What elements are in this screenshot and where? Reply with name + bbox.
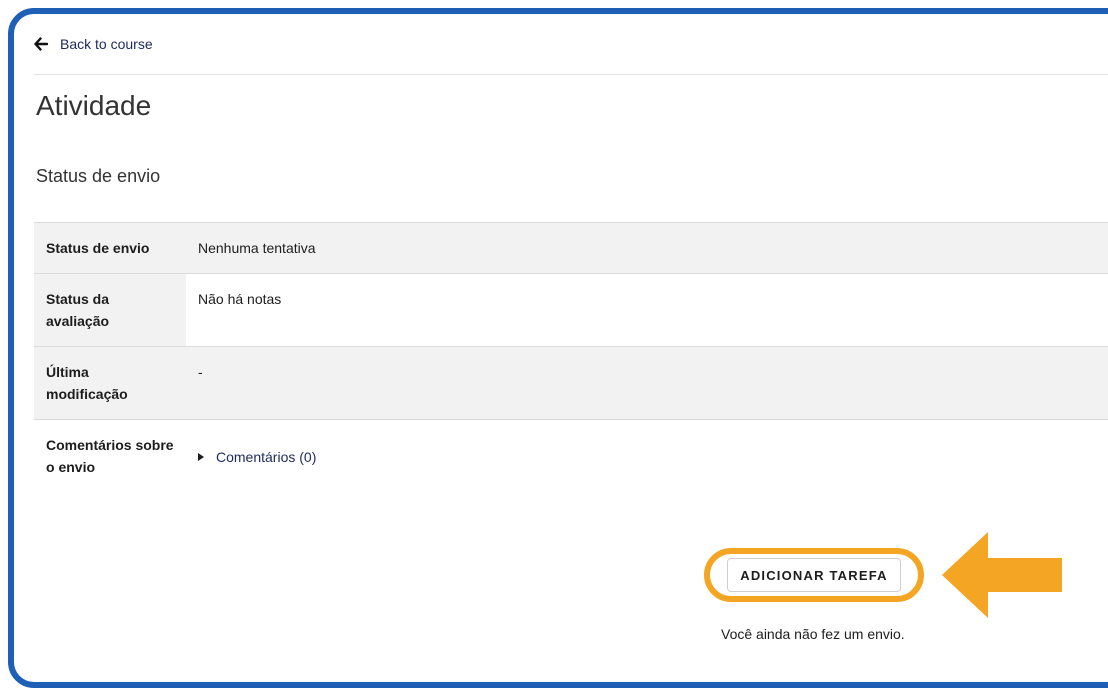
row-label: Status da avaliação	[34, 273, 186, 347]
section-title: Status de envio	[36, 166, 161, 186]
row-value: Comentários (0)	[186, 419, 1108, 492]
row-value: Nenhuma tentativa	[186, 222, 1108, 274]
back-to-course-link[interactable]: Back to course	[34, 36, 153, 52]
table-row: Status da avaliação Não há notas	[34, 273, 1108, 347]
back-to-course-label: Back to course	[60, 36, 153, 52]
comments-toggle[interactable]: Comentários (0)	[198, 446, 316, 468]
comments-toggle-label: Comentários (0)	[216, 448, 317, 465]
add-submission-highlight: ADICIONAR TAREFA	[704, 548, 924, 602]
row-label: Status de envio	[34, 222, 186, 274]
table-row: Comentários sobre o envio Comentários (0…	[34, 419, 1108, 492]
table-row: Status de envio Nenhuma tentativa	[34, 222, 1108, 274]
caret-right-icon	[198, 452, 204, 461]
table-row: Última modificação -	[34, 346, 1108, 420]
row-value: Não há notas	[186, 273, 1108, 347]
add-submission-button[interactable]: ADICIONAR TAREFA	[727, 558, 901, 592]
screenshot-frame: Back to course Atividade Status de envio…	[8, 8, 1108, 688]
arrow-left-icon	[34, 37, 48, 51]
row-label: Comentários sobre o envio	[34, 419, 186, 492]
row-value: -	[186, 346, 1108, 420]
row-label: Última modificação	[34, 346, 186, 420]
arrow-left-big-icon	[942, 532, 1062, 618]
no-submission-message: Você ainda não fez um envio.	[721, 626, 905, 642]
submission-status-table: Status de envio Nenhuma tentativa Status…	[34, 222, 1108, 492]
header-divider	[34, 74, 1108, 75]
page-title: Atividade	[36, 90, 152, 121]
